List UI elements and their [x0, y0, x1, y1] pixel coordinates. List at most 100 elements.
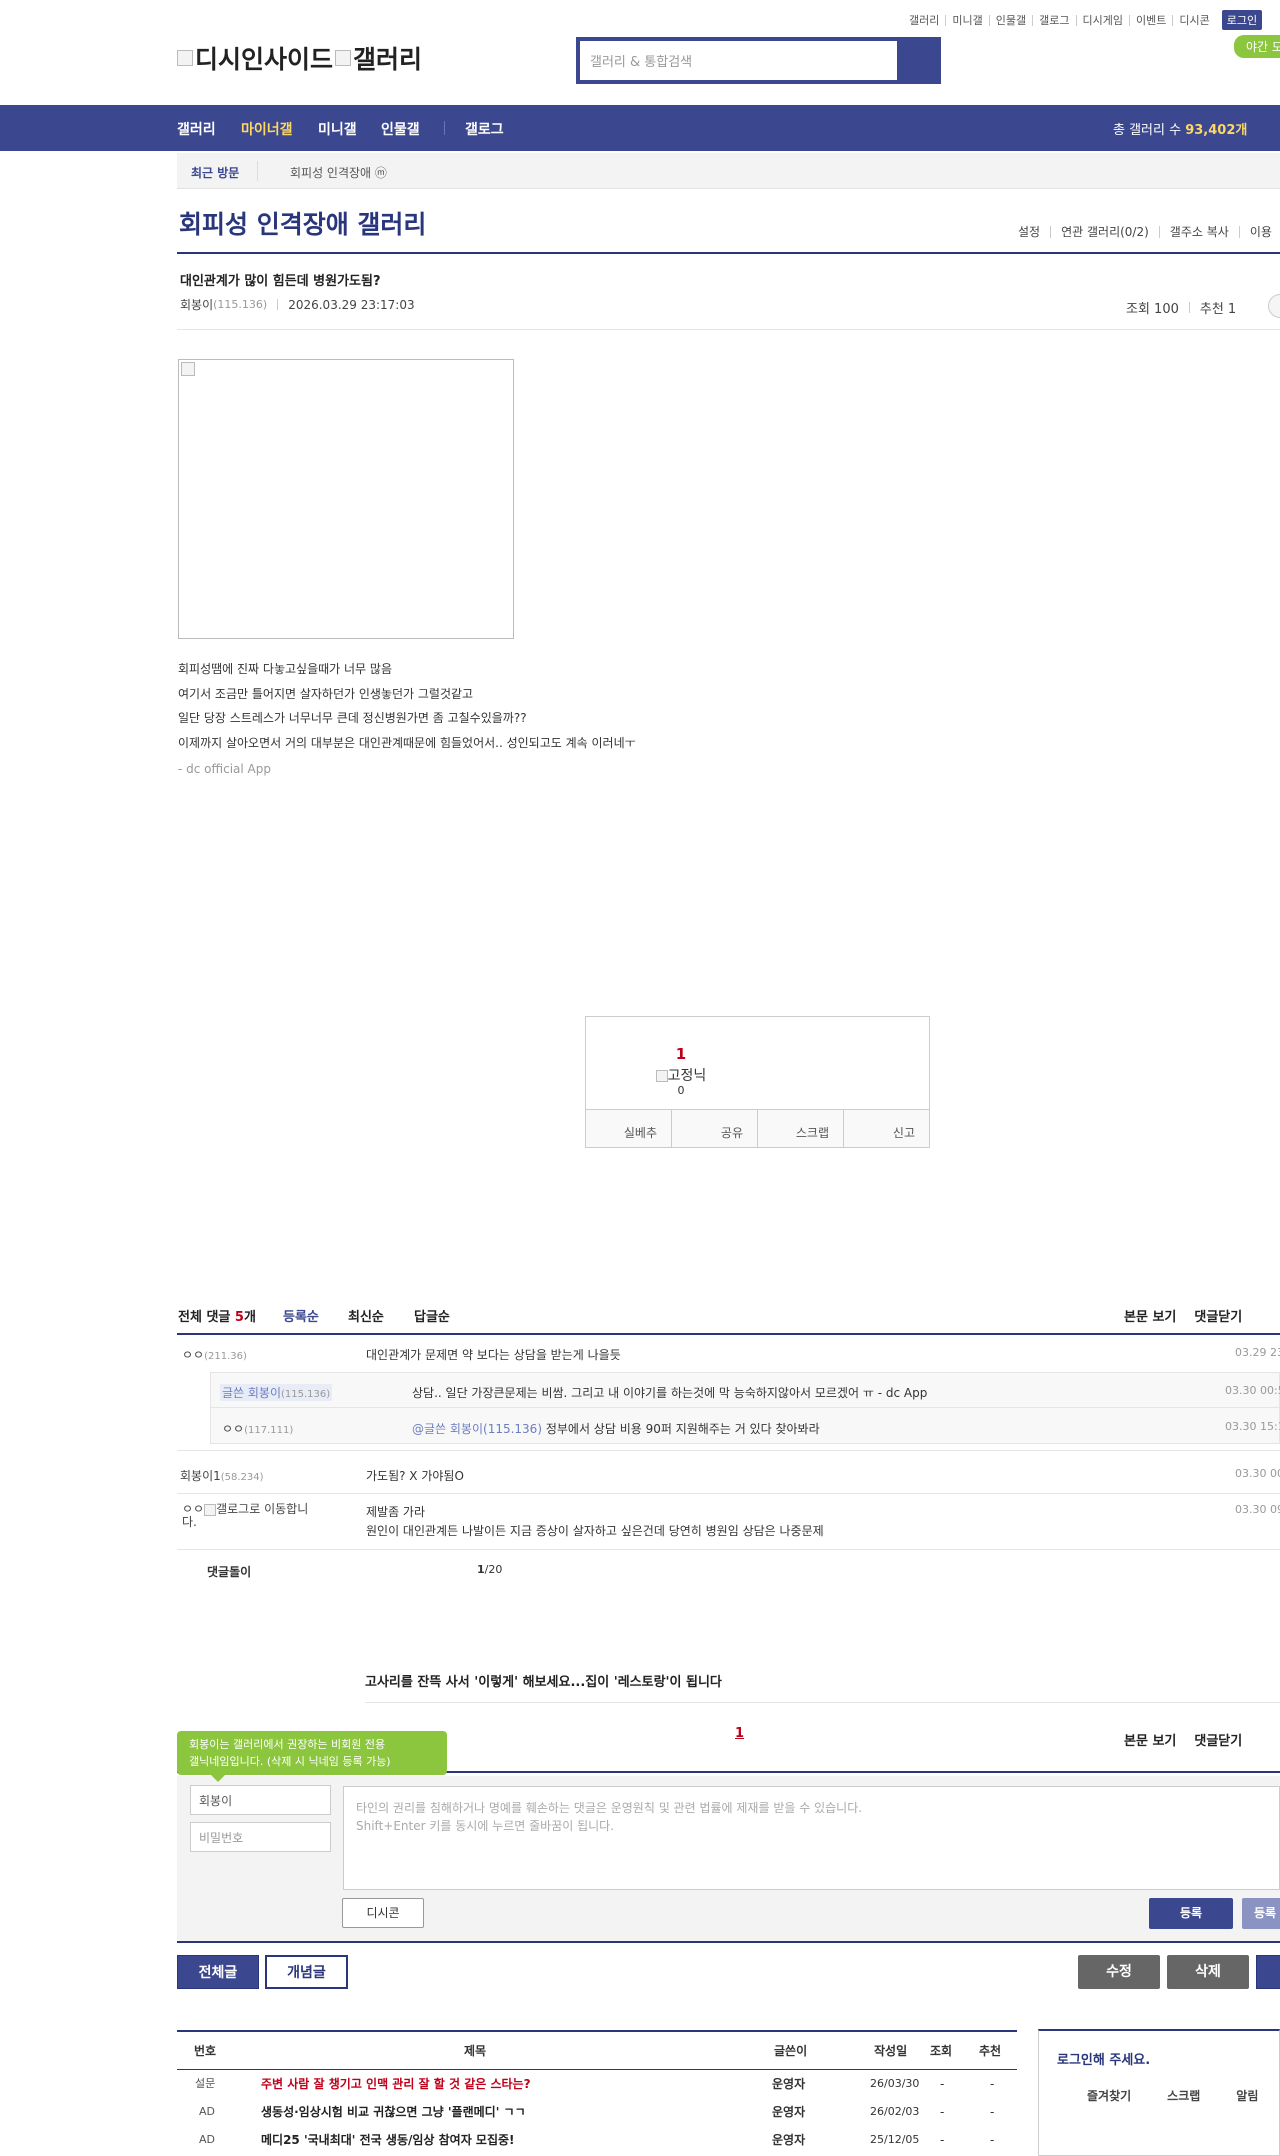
- login-box-links: 즐겨찾기 스크랩 알림: [1087, 2087, 1280, 2104]
- edit-button[interactable]: 수정: [1078, 1955, 1160, 1989]
- post-date: 2026.03.29 23:17:03: [288, 297, 415, 312]
- row-title[interactable]: 메디25 '국내최대' 전국 생동/임상 참여자 모집중!: [261, 2126, 515, 2154]
- top-link-minigall[interactable]: 미니갤: [945, 14, 988, 26]
- usage-link[interactable]: 이용: [1238, 226, 1280, 238]
- nickname-input[interactable]: 회봉이: [190, 1785, 331, 1815]
- scrap-link[interactable]: 스크랩: [1167, 2089, 1200, 2103]
- top-link-gallog[interactable]: 갤로그: [1032, 14, 1075, 26]
- comment-nick-name: 글쓴 회봉이: [222, 1386, 282, 1400]
- nav-gallery[interactable]: 갤러리: [177, 119, 216, 139]
- site-logo[interactable]: 디시인사이드 갤러리: [177, 40, 422, 76]
- comment-bot-page: 1/20: [477, 1563, 502, 1576]
- delete-button[interactable]: 삭제: [1167, 1955, 1249, 1989]
- comment-nick-name: ㅇㅇ: [222, 1422, 245, 1436]
- comment-text: 가도됨? X 가야됨O: [366, 1469, 464, 1483]
- sort-by-registration[interactable]: 등록순: [283, 1306, 319, 1325]
- divider: [365, 1702, 1280, 1703]
- recent-visit-item[interactable]: 회피성 인격장애 ⓜ: [290, 164, 387, 181]
- top-link-gallery[interactable]: 갤러리: [903, 15, 945, 26]
- row-title[interactable]: 생동성·임상시험 비교 귀찮으면 그냥 '플랜메디' ㄱㄱ: [261, 2098, 526, 2126]
- row-date: 26/02/03: [870, 2105, 920, 2118]
- search-input[interactable]: 갤러리 & 통합검색: [580, 41, 897, 80]
- copy-url-link[interactable]: 갤주소 복사: [1158, 226, 1239, 238]
- comment-nick[interactable]: ㅇㅇ(211.36): [182, 1346, 247, 1363]
- share-button[interactable]: 공유: [671, 1110, 757, 1147]
- nav-persongall[interactable]: 인물갤: [381, 119, 420, 139]
- broken-image-icon: [177, 50, 193, 66]
- divider: [177, 1549, 1280, 1550]
- scrap-button[interactable]: 스크랩: [757, 1110, 843, 1147]
- top-link-event[interactable]: 이벤트: [1128, 14, 1172, 26]
- submit-comment-button[interactable]: 등록: [1149, 1898, 1233, 1929]
- comment-nick[interactable]: 회봉이1(58.234): [180, 1467, 264, 1484]
- comment-nick[interactable]: ㅇㅇ(117.111): [222, 1420, 293, 1437]
- top-link-dccon[interactable]: 디시콘: [1172, 14, 1215, 26]
- fixed-nick-recommend[interactable]: 고정닉: [586, 1065, 776, 1085]
- comment-date: 03.29 23: [1235, 1346, 1280, 1359]
- sort-by-latest[interactable]: 최신순: [348, 1306, 384, 1325]
- view-body-link[interactable]: 본문 보기: [1124, 1734, 1176, 1749]
- top-link-dcgame[interactable]: 디시게임: [1075, 14, 1129, 26]
- concept-posts-button[interactable]: 개념글: [265, 1955, 348, 1989]
- nav-gallog[interactable]: 갤로그: [465, 119, 504, 139]
- nav-minorgall[interactable]: 마이너갤: [241, 119, 293, 139]
- submit-register-button[interactable]: 등록: [1242, 1898, 1280, 1929]
- nav-minigall[interactable]: 미니갤: [318, 119, 357, 139]
- post-author[interactable]: 회봉이: [180, 296, 213, 313]
- comment-total-count: 5: [234, 1310, 244, 1325]
- comment-jump-button[interactable]: [1268, 294, 1280, 318]
- related-gallery-link[interactable]: 연관 갤러리(0/2): [1050, 226, 1159, 238]
- best-recommend-button[interactable]: 실베추: [586, 1110, 671, 1147]
- comment-page-1[interactable]: 1: [735, 1726, 744, 1741]
- table-row[interactable]: 설문 주변 사람 잘 챙기고 인맥 관리 잘 할 것 같은 스타는? 운영자 2…: [177, 2070, 1017, 2098]
- row-date: 25/12/05: [870, 2133, 920, 2146]
- broken-image-icon: [335, 50, 352, 66]
- all-posts-button[interactable]: 전체글: [177, 1955, 259, 1989]
- view-body-link[interactable]: 본문 보기: [1124, 1310, 1176, 1325]
- comment-item: ㅇㅇ(211.36) 대인관계가 문제면 약 보다는 상담을 받는게 나을듯 0…: [177, 1346, 1280, 1368]
- search-button[interactable]: [897, 41, 937, 80]
- password-input[interactable]: 비밀번호: [190, 1822, 331, 1852]
- divider: [1188, 302, 1190, 313]
- table-header: 번호 제목 글쓴이 작성일 조회 추천: [177, 2030, 1017, 2070]
- row-writer[interactable]: 운영자: [772, 2070, 805, 2098]
- ad-title-link[interactable]: 고사리를 잔뜩 사서 '이렇게' 해보세요...집이 '레스토랑'이 됩니다: [365, 1671, 722, 1690]
- comment-nick[interactable]: 글쓴 회봉이(115.136): [220, 1384, 333, 1401]
- row-writer[interactable]: 운영자: [772, 2126, 805, 2154]
- comment-mention[interactable]: @글쓴 회봉이(115.136): [412, 1422, 542, 1436]
- col-recommend: 추천: [979, 2044, 1002, 2058]
- post-body-line: 회피성땜에 진짜 다놓고싶을때가 너무 많음: [178, 662, 392, 676]
- comment-textarea[interactable]: 타인의 권리를 침해하거나 명예를 훼손하는 댓글은 운영원칙 및 관련 법률에…: [343, 1786, 1280, 1890]
- report-button[interactable]: 신고: [843, 1110, 929, 1147]
- login-button[interactable]: 로그인: [1221, 10, 1263, 30]
- post-image[interactable]: [178, 359, 514, 639]
- comment-footer-right: 본문 보기 댓글닫기: [1124, 1730, 1260, 1749]
- table-row[interactable]: AD 생동성·임상시험 비교 귀찮으면 그냥 '플랜메디' ㄱㄱ 운영자 26/…: [177, 2098, 1017, 2126]
- settings-link[interactable]: 설정: [1008, 226, 1050, 238]
- night-mode-button[interactable]: 야간 모: [1234, 35, 1280, 58]
- recommend-count: 1: [675, 1045, 687, 1063]
- login-prompt[interactable]: 로그인해 주세요.: [1057, 2049, 1150, 2068]
- nav-divider: [444, 121, 445, 135]
- post-body: 회피성땜에 진짜 다놓고싶을때가 너무 많음 여기서 조금만 틀어지면 살자하던…: [178, 657, 636, 755]
- comment-nick[interactable]: ㅇㅇ 갤로그로 이동합니다.: [182, 1503, 312, 1529]
- row-writer[interactable]: 운영자: [772, 2098, 805, 2126]
- write-button[interactable]: [1256, 1955, 1280, 1989]
- post-title: 대인관계가 많이 힘든데 병원가도됨?: [180, 274, 381, 289]
- notifications-link[interactable]: 알림: [1236, 2089, 1258, 2103]
- recommend-box: 1 고정닉 0 실베추 공유 스크랩 신고: [585, 1016, 930, 1148]
- favorites-link[interactable]: 즐겨찾기: [1087, 2089, 1131, 2103]
- app-tag[interactable]: - dc official App: [178, 762, 271, 776]
- row-recommend: -: [990, 2077, 995, 2091]
- sort-by-replies[interactable]: 답글순: [414, 1306, 450, 1325]
- gallery-title[interactable]: 회피성 인격장애 갤러리: [179, 205, 426, 241]
- row-title[interactable]: 주변 사람 잘 챙기고 인맥 관리 잘 할 것 같은 스타는?: [261, 2070, 531, 2098]
- dccon-button[interactable]: 디시콘: [342, 1898, 424, 1928]
- total-gallery-count: 총 갤러리 수 93,402개: [1113, 119, 1280, 138]
- close-comments-link[interactable]: 댓글닫기: [1194, 1310, 1242, 1325]
- top-link-persongall[interactable]: 인물갤: [988, 14, 1032, 26]
- table-row[interactable]: AD 메디25 '국내최대' 전국 생동/임상 참여자 모집중! 운영자 25/…: [177, 2126, 1017, 2154]
- close-comments-link[interactable]: 댓글닫기: [1194, 1734, 1242, 1749]
- comment-text: 제발좀 가라: [366, 1505, 426, 1519]
- logo-text-gallery: 갤러리: [353, 45, 423, 74]
